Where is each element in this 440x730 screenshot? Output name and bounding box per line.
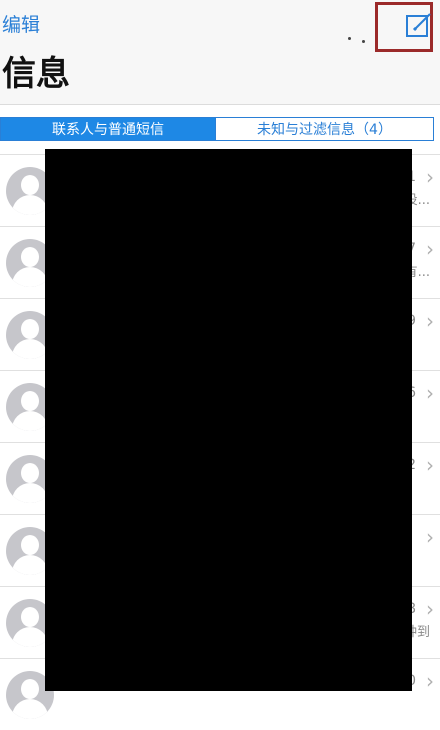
dot bbox=[348, 37, 351, 40]
chevron-right-icon: › bbox=[426, 381, 434, 405]
segmented-control: 联系人与普通短信 未知与过滤信息（4） bbox=[0, 117, 434, 141]
page-title: 信息 bbox=[2, 54, 70, 94]
chevron-right-icon: › bbox=[426, 165, 434, 189]
chevron-right-icon: › bbox=[426, 597, 434, 621]
edit-button[interactable]: 编辑 bbox=[2, 10, 40, 37]
navigation-bar: 编辑 信息 bbox=[0, 0, 440, 105]
chevron-right-icon: › bbox=[426, 237, 434, 261]
chevron-right-icon: › bbox=[426, 309, 434, 333]
tab-unknown-and-filtered[interactable]: 未知与过滤信息（4） bbox=[215, 118, 433, 140]
status-dots bbox=[346, 32, 368, 43]
chevron-right-icon: › bbox=[426, 525, 434, 549]
chevron-right-icon: › bbox=[426, 453, 434, 477]
tab-contacts-and-sms[interactable]: 联系人与普通短信 bbox=[1, 118, 215, 140]
compose-icon[interactable] bbox=[405, 11, 433, 39]
redaction-overlay bbox=[45, 149, 412, 691]
chevron-right-icon: › bbox=[426, 669, 434, 693]
dot bbox=[362, 40, 365, 43]
